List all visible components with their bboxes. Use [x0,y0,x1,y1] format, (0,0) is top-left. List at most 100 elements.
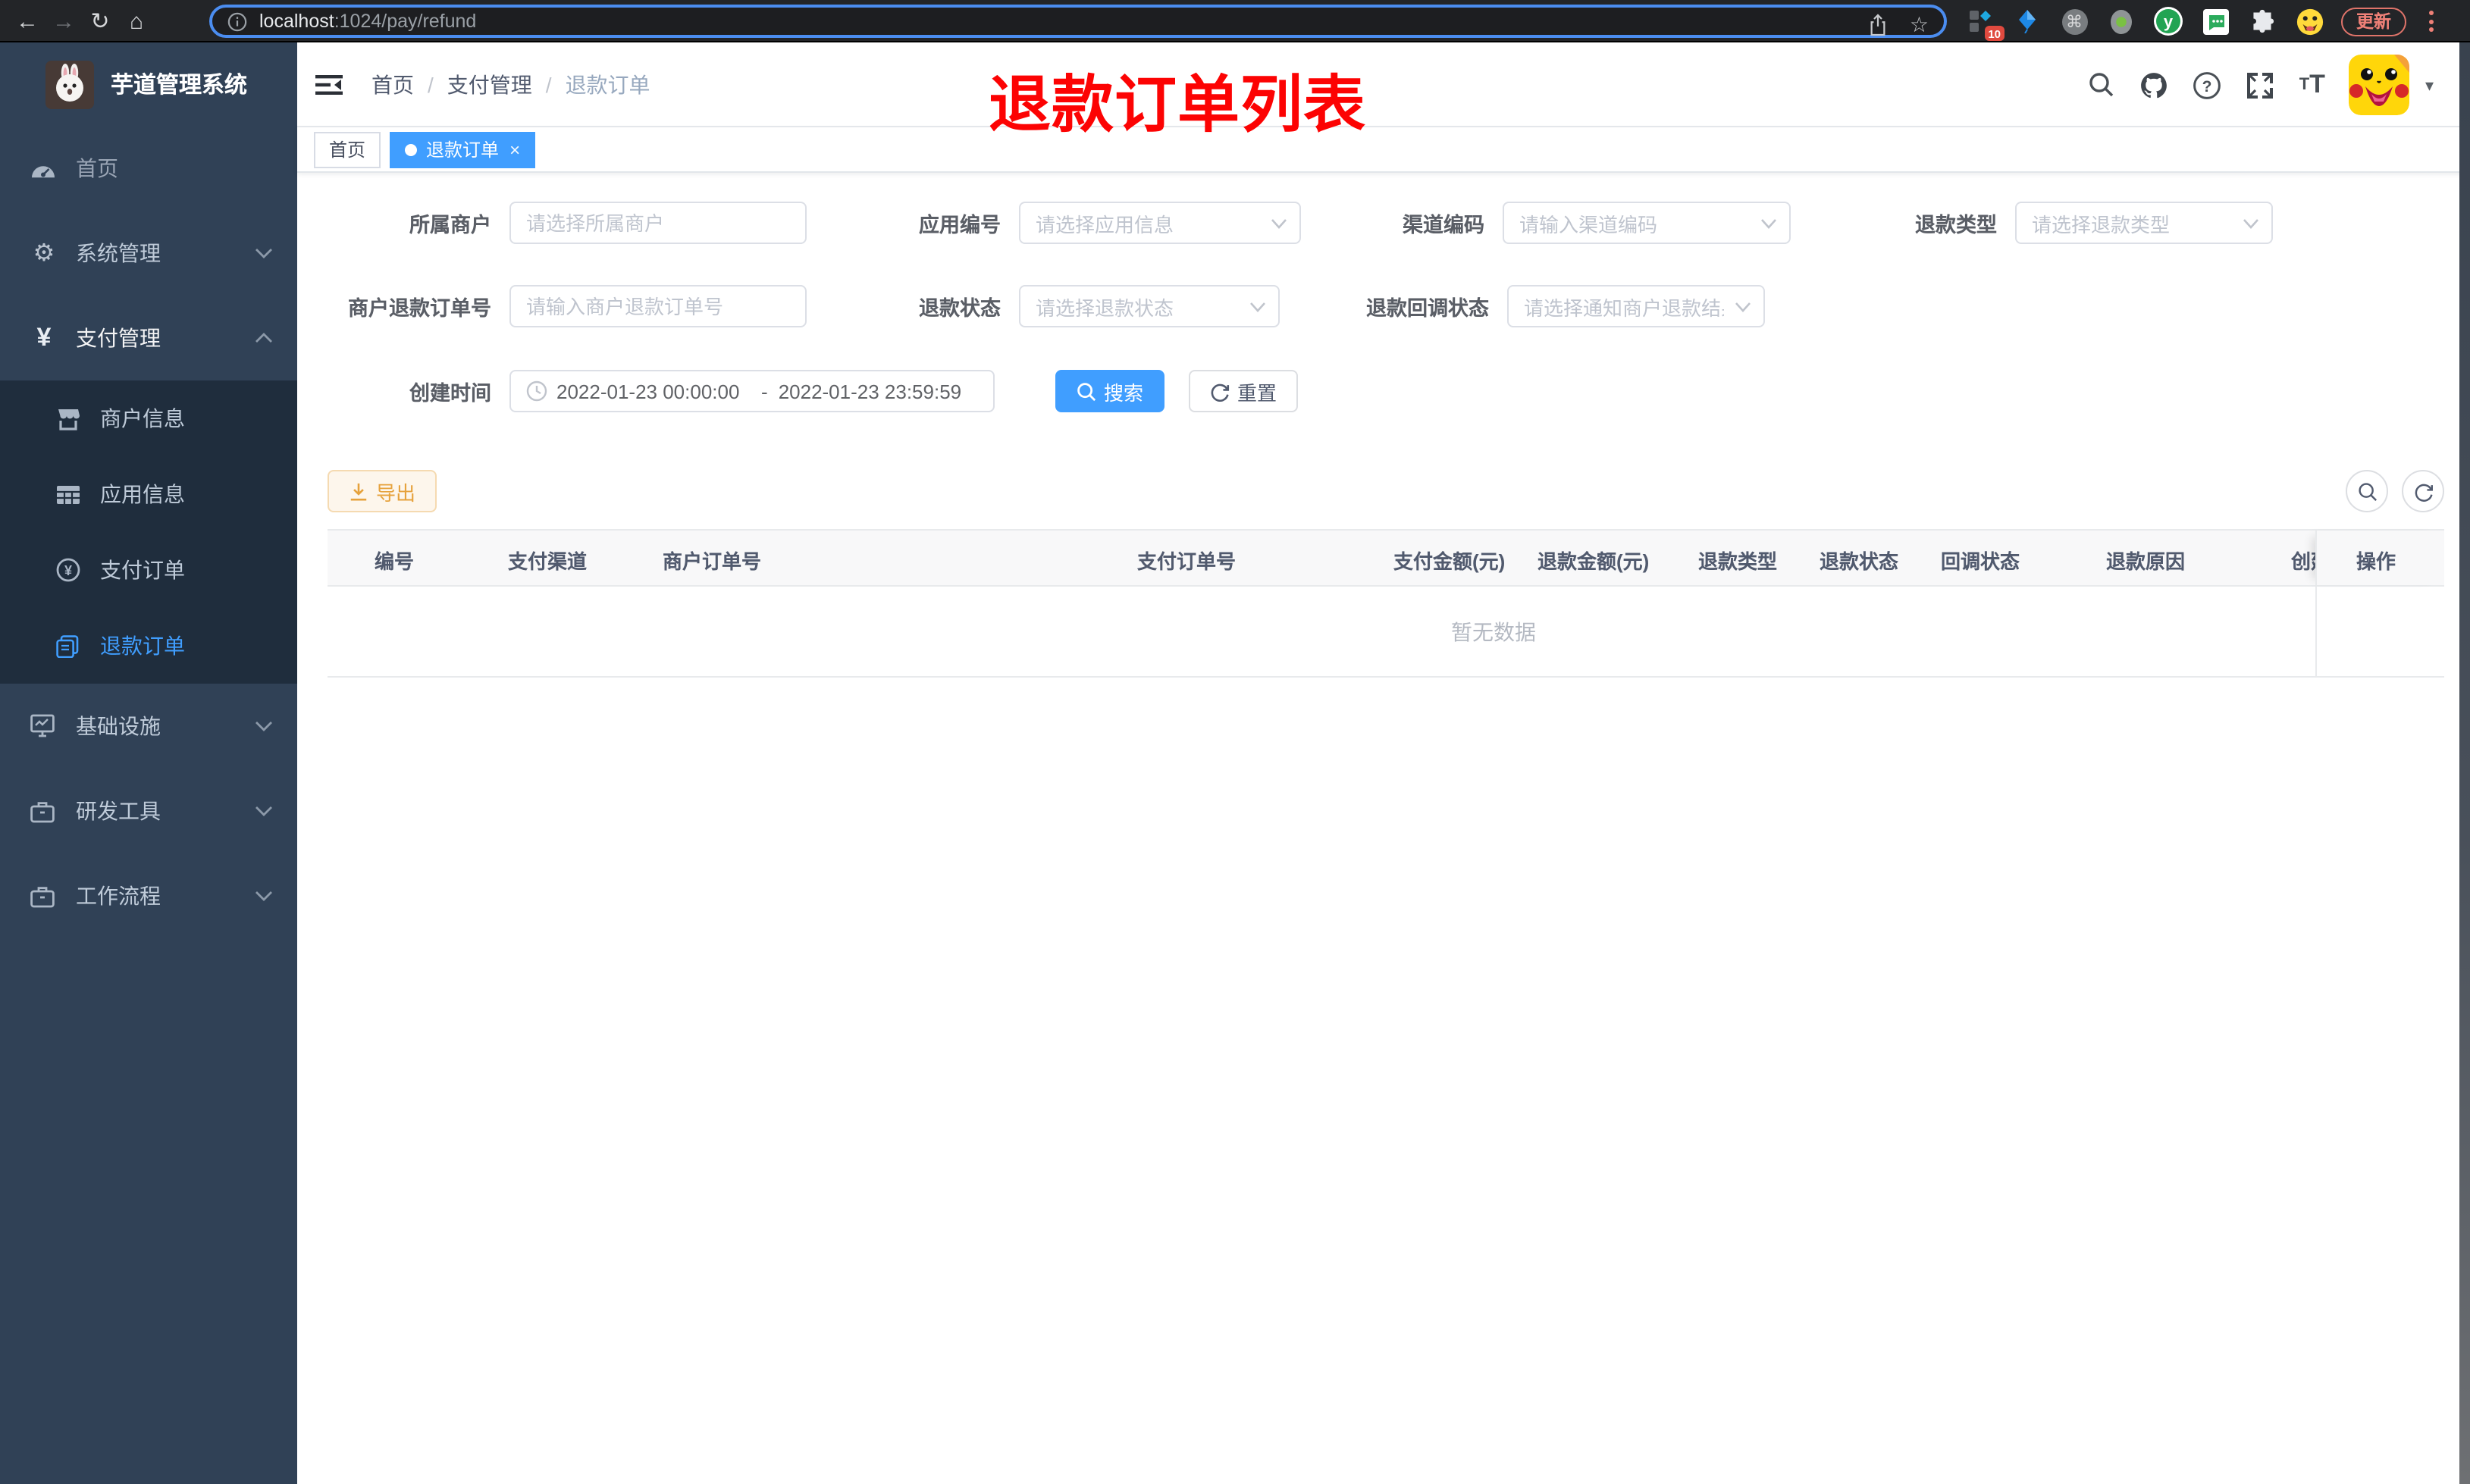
sidebar-item-devtools[interactable]: 研发工具 [0,769,297,853]
sidebar-item-refund-order[interactable]: 退款订单 [0,608,297,684]
share-icon[interactable] [1869,13,1889,36]
avatar-caret-icon[interactable]: ▾ [2425,75,2434,95]
col-pay-order-no: 支付订单号 [1137,549,1237,572]
select-placeholder: 请输入渠道编码 [1519,213,1658,236]
svg-text:y: y [2164,12,2174,31]
filter-label: 商户退款订单号 [348,297,491,320]
dashboard-icon [30,157,58,180]
active-dot-icon [405,143,418,155]
user-avatar[interactable] [2349,55,2410,115]
extension-badge: 10 [1984,26,2005,41]
url-text: localhost:1024/pay/refund [259,11,476,32]
merchant-refund-no-field[interactable] [526,295,790,318]
extensions-puzzle-icon[interactable] [2247,6,2277,36]
refund-type-select[interactable]: 请选择退款类型 [2015,202,2273,244]
extension-record-icon[interactable] [2106,6,2136,36]
browser-home-icon[interactable]: ⌂ [118,0,155,42]
chevron-down-icon [255,247,273,259]
sidebar-item-system[interactable]: ⚙ 系统管理 [0,211,297,296]
extension-kite-icon[interactable] [2012,6,2042,36]
sidebar-item-label: 支付订单 [100,558,185,582]
sidebar-collapse-icon[interactable] [314,70,344,100]
sidebar-item-label: 首页 [76,156,118,180]
sidebar-item-workflow[interactable]: 工作流程 [0,853,297,938]
refund-table: 编号 支付渠道 商户订单号 支付订单号 支付金额(元) 退款金额(元) 退款类型… [328,529,2444,678]
date-start[interactable]: 2022-01-23 00:00:00 [556,380,751,402]
sidebar-logo-row[interactable]: 芋道管理系统 [0,42,297,126]
bookmark-star-icon[interactable]: ☆ [1910,11,1929,37]
search-button[interactable]: 搜索 [1055,370,1165,412]
monitor-icon [30,714,58,738]
filter-label: 所属商户 [409,214,491,236]
browser-forward-icon[interactable]: → [45,0,82,42]
address-bar[interactable]: localhost:1024/pay/refund ☆ [209,5,1947,38]
date-end[interactable]: 2022-01-23 23:59:59 [779,380,978,402]
export-button[interactable]: 导出 [328,470,437,512]
sidebar-item-home[interactable]: 首页 [0,126,297,211]
yen-circle-icon: ¥ [56,558,83,582]
app-window: 芋道管理系统 首页 ⚙ 系统管理 ¥ 支付管理 商户信息 应用信息 ¥ 支付订单… [0,42,2470,1484]
sidebar-item-infra[interactable]: 基础设施 [0,684,297,769]
extension-tiles-icon[interactable]: 10 [1965,6,2005,41]
create-time-range-picker[interactable]: 2022-01-23 00:00:00 - 2022-01-23 23:59:5… [509,370,995,412]
github-icon[interactable] [2140,70,2169,99]
filter-row-1: 所属商户 应用编号 请选择应用信息 渠道编码 请输入渠道编码 退款类型 [328,202,2273,244]
header-search-icon[interactable] [2089,71,2116,99]
col-refund-amount: 退款金额(元) [1537,549,1650,572]
extension-command-icon[interactable]: ⌘ [2059,6,2089,36]
toggle-search-button[interactable] [2346,470,2388,512]
merchant-input-field[interactable] [526,211,790,234]
tag-home[interactable]: 首页 [314,131,381,167]
merchant-refund-no-input[interactable] [509,285,807,327]
extension-chat-icon[interactable] [2200,6,2230,36]
svg-text:?: ? [2202,77,2212,95]
gear-icon: ⚙ [33,241,55,267]
app-select[interactable]: 请选择应用信息 [1019,202,1301,244]
site-info-icon[interactable] [227,11,247,31]
chevron-down-icon [255,720,273,732]
fixed-operation-body [2315,587,2444,676]
chevron-down-icon [1760,218,1777,228]
refund-status-select[interactable]: 请选择退款状态 [1019,285,1280,327]
merchant-input[interactable] [509,202,807,244]
browser-back-icon[interactable]: ← [9,0,45,42]
select-placeholder: 请选择通知商户退款结果的回调状态 [1524,296,1724,319]
filter-label: 退款状态 [919,297,1001,320]
browser-update-button[interactable]: 更新 [2341,7,2406,36]
reset-button[interactable]: 重置 [1189,370,1299,412]
sidebar-item-app-info[interactable]: 应用信息 [0,456,297,532]
tag-close-icon[interactable]: × [509,139,520,160]
browser-reload-icon[interactable]: ↻ [82,0,118,42]
breadcrumb: 首页 / 支付管理 / 退款订单 [371,42,650,127]
chevron-up-icon [255,332,273,344]
notify-status-select[interactable]: 请选择通知商户退款结果的回调状态 [1507,285,1765,327]
window-scrollbar[interactable] [2459,42,2470,1484]
help-icon[interactable]: ? [2193,70,2222,99]
col-pay-channel: 支付渠道 [508,549,588,572]
app-title: 芋道管理系统 [111,73,248,99]
breadcrumb-separator: / [545,73,552,97]
col-merchant-order-no: 商户订单号 [663,549,762,572]
sidebar-item-payment[interactable]: ¥ 支付管理 [0,296,297,380]
tags-bar: 首页 退款订单 × [297,127,2470,173]
col-id: 编号 [375,549,415,572]
channel-select[interactable]: 请输入渠道编码 [1503,202,1791,244]
sidebar-item-merchant-info[interactable]: 商户信息 [0,380,297,456]
extension-emoji-icon[interactable] [2294,6,2324,36]
refresh-button[interactable] [2402,470,2444,512]
extension-y-icon[interactable]: y [2153,6,2183,36]
select-placeholder: 请选择退款类型 [2032,213,2171,236]
table-grid-icon [56,484,83,504]
breadcrumb-home[interactable]: 首页 [371,70,414,100]
chevron-down-icon [2243,218,2259,228]
breadcrumb-payment[interactable]: 支付管理 [447,70,532,100]
filter-label: 退款回调状态 [1366,297,1489,320]
sidebar-item-label: 工作流程 [76,884,161,908]
fullscreen-icon[interactable] [2246,70,2275,99]
tag-refund-order[interactable]: 退款订单 × [390,131,536,167]
sidebar-item-pay-order[interactable]: ¥ 支付订单 [0,532,297,608]
browser-menu-icon[interactable] [2429,11,2434,32]
font-size-icon[interactable]: TT [2299,70,2325,100]
sidebar-item-label: 研发工具 [76,799,161,823]
extensions-area: 10 ⌘ y 更新 [1965,0,2434,42]
